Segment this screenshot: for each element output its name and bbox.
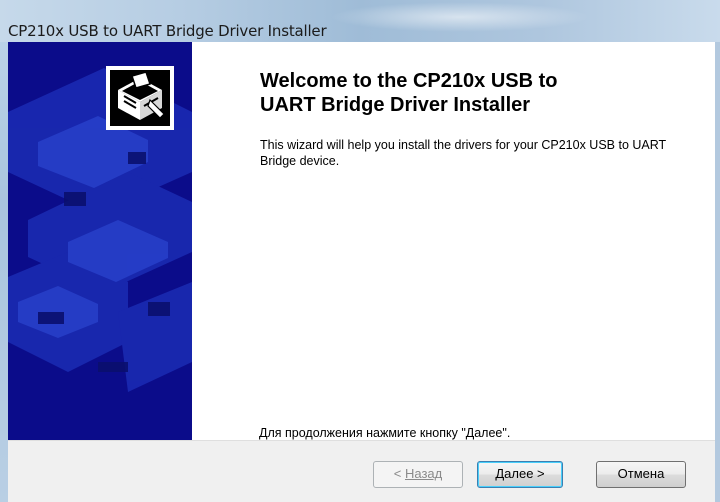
continue-instruction: Для продолжения нажмите кнопку "Далее". bbox=[259, 426, 511, 440]
installer-box-icon bbox=[106, 66, 174, 130]
window-title: CP210x USB to UART Bridge Driver Install… bbox=[8, 22, 327, 40]
window-frame-right bbox=[715, 42, 720, 502]
button-bar: < Назад Далее > Отмена bbox=[8, 440, 715, 502]
title-bar-glare bbox=[330, 2, 590, 32]
wizard-page: Welcome to the CP210x USB to UART Bridge… bbox=[8, 42, 715, 502]
side-banner-graphic bbox=[8, 42, 192, 440]
back-button[interactable]: < Назад bbox=[373, 461, 463, 488]
next-button[interactable]: Далее > bbox=[477, 461, 563, 488]
page-title: Welcome to the CP210x USB to UART Bridge… bbox=[260, 69, 690, 117]
back-button-prefix: < bbox=[393, 466, 405, 481]
back-button-label: Назад bbox=[404, 466, 443, 481]
title-bar[interactable]: CP210x USB to UART Bridge Driver Install… bbox=[0, 0, 720, 42]
wizard-description: This wizard will help you install the dr… bbox=[260, 138, 666, 168]
cancel-button[interactable]: Отмена bbox=[596, 461, 686, 488]
installer-box-icon-art bbox=[118, 71, 165, 120]
installer-window: CP210x USB to UART Bridge Driver Install… bbox=[0, 0, 720, 502]
page-title-line2: UART Bridge Driver Installer bbox=[260, 94, 531, 116]
page-title-line1: Welcome to the CP210x USB to bbox=[260, 70, 558, 92]
